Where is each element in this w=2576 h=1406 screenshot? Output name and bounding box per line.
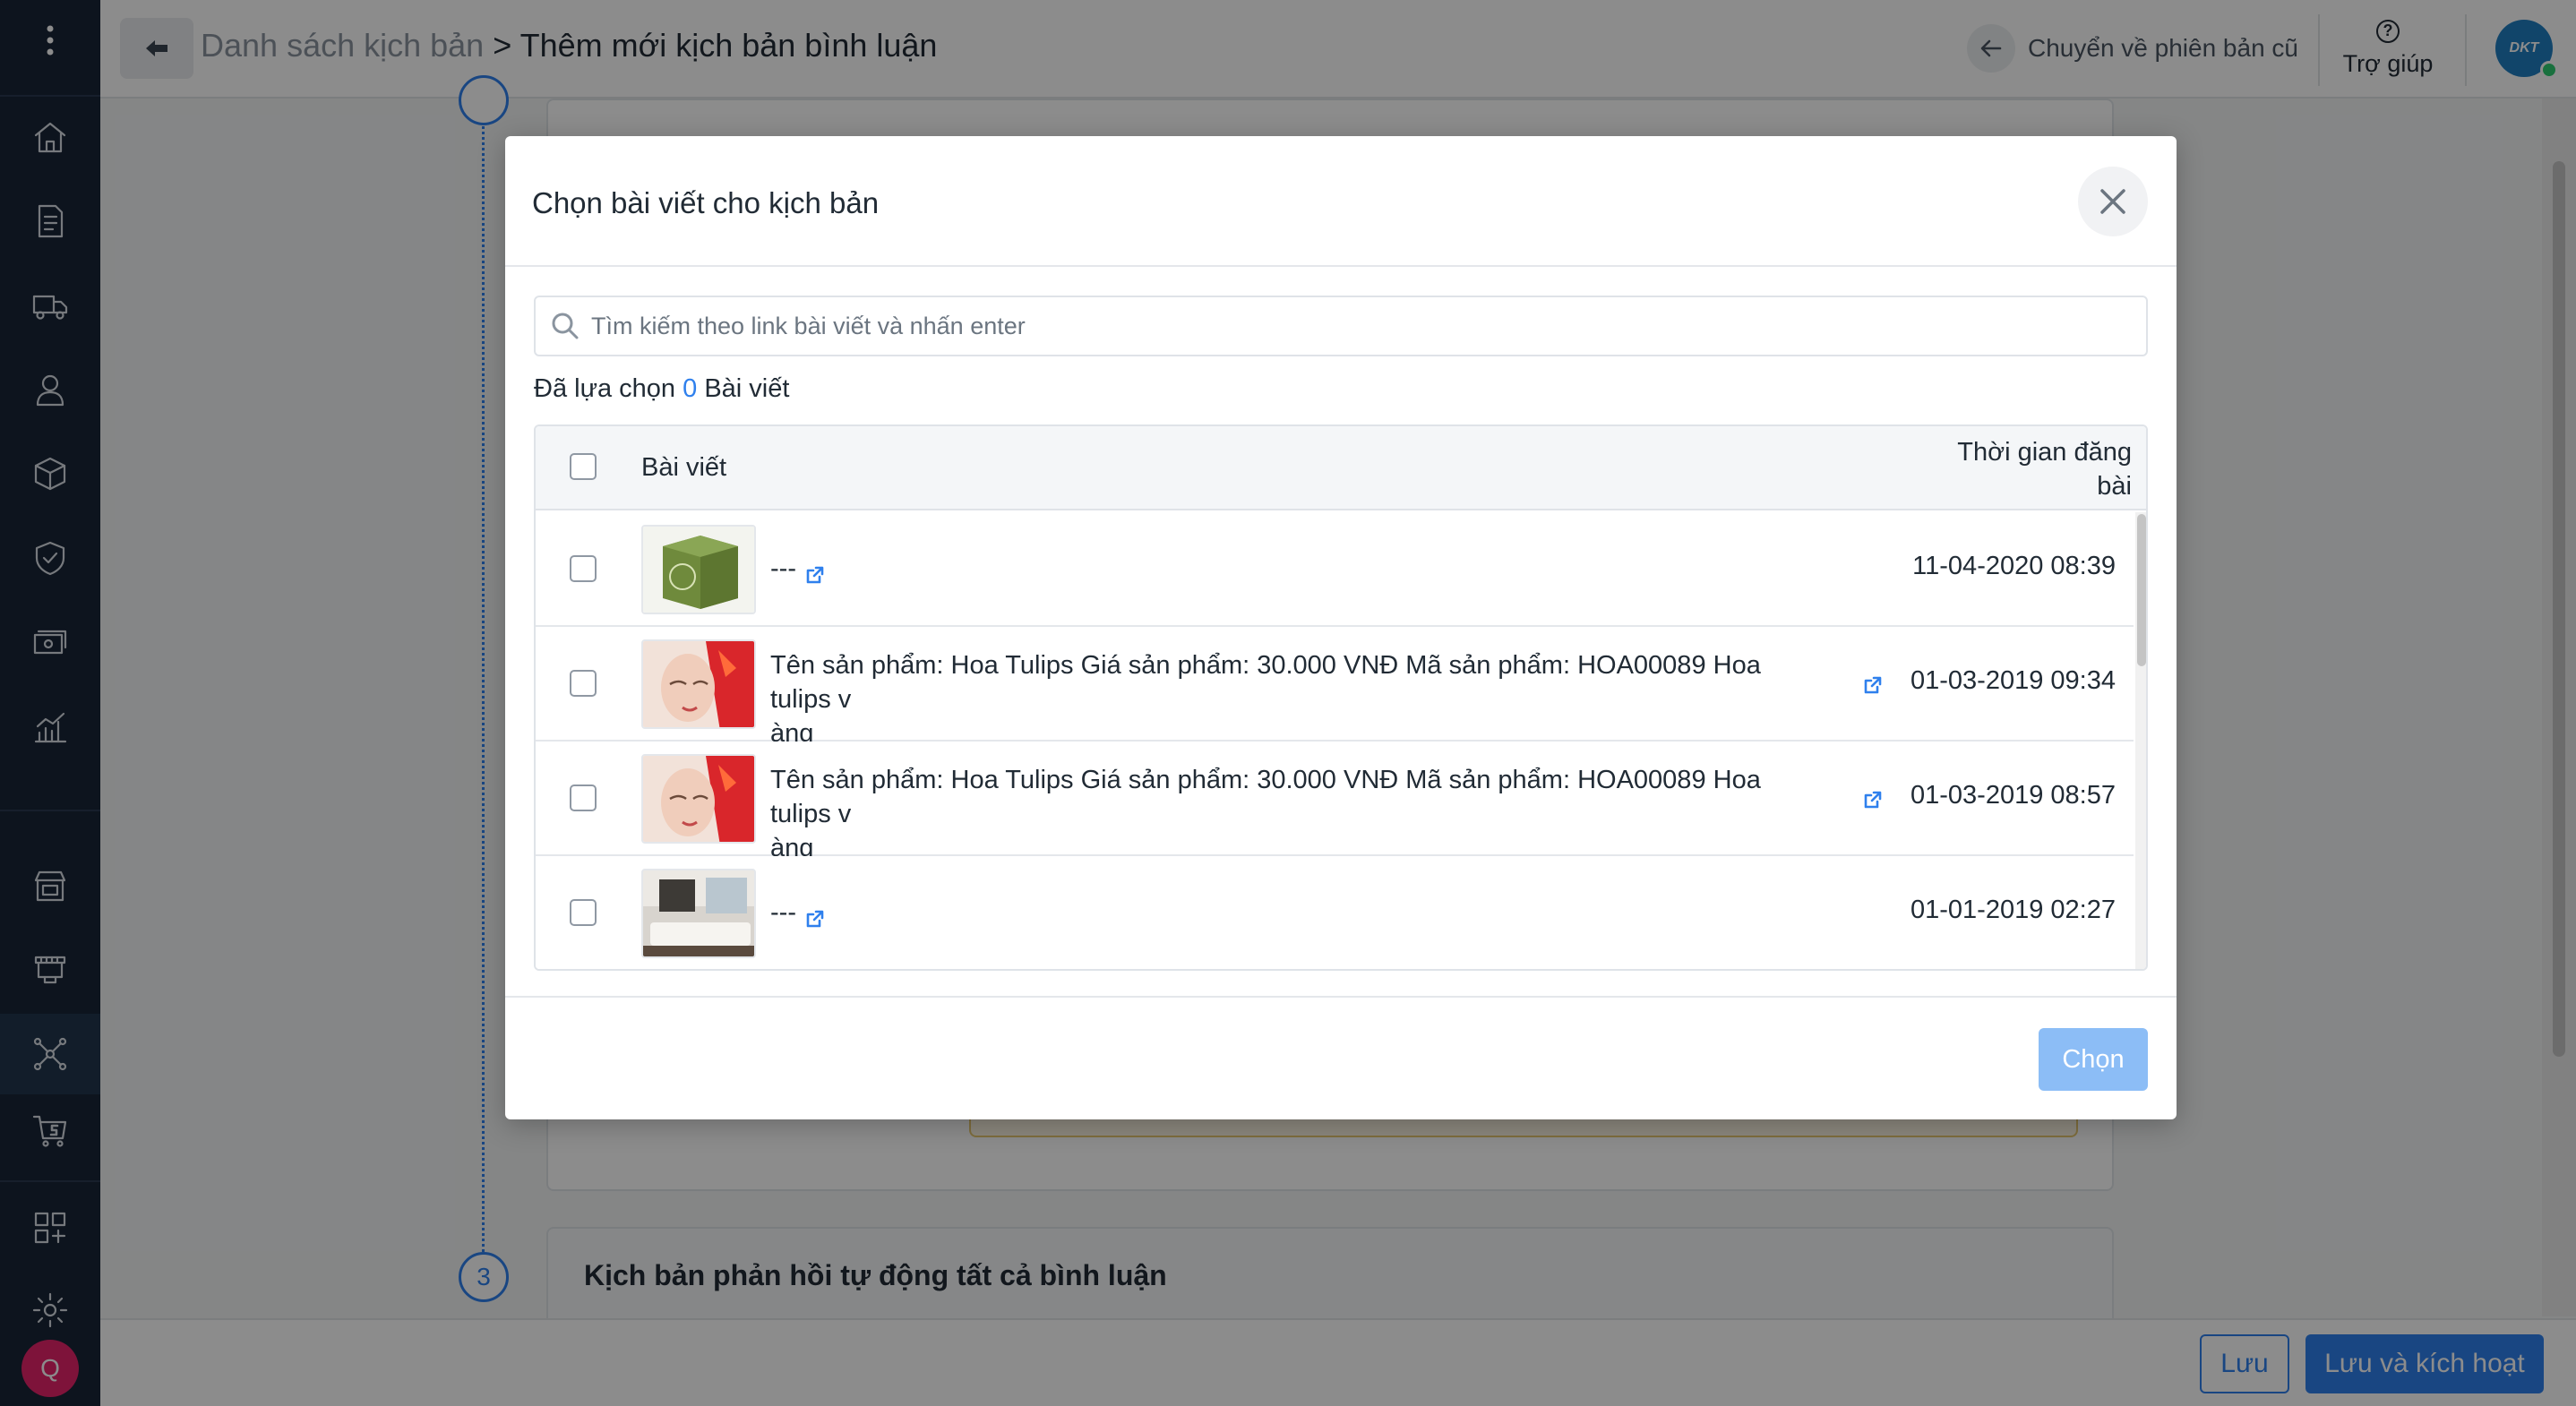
selected-count: 0 [683, 374, 698, 403]
external-link-icon[interactable] [805, 560, 825, 584]
column-header-time: Thời gian đăng bài [1957, 438, 2132, 501]
column-header-post: Bài viết [641, 453, 727, 482]
post-title: Tên sản phẩm: Hoa Tulips Giá sản phẩm: 3… [770, 648, 1827, 750]
selected-prefix: Đã lựa chọn [534, 374, 683, 403]
post-date: 01-03-2019 08:57 [1911, 781, 2116, 810]
post-thumbnail [641, 754, 756, 844]
search-field[interactable] [534, 296, 2148, 356]
external-link-icon[interactable] [1863, 790, 1883, 810]
post-date: 11-04-2020 08:39 [1912, 552, 2116, 580]
row-checkbox[interactable] [570, 670, 597, 697]
close-button[interactable] [2078, 167, 2148, 236]
post-title-text: --- [770, 898, 796, 927]
table-scrollbar-thumb[interactable] [2137, 514, 2146, 666]
post-title: --- [770, 552, 825, 586]
modal-title: Chọn bài viết cho kịch bản [532, 186, 880, 219]
post-title-text: --- [770, 554, 796, 583]
external-link-icon[interactable] [805, 904, 825, 928]
table-row[interactable]: Tên sản phẩm: Hoa Tulips Giá sản phẩm: 3… [536, 627, 2134, 748]
table-header: Bài viết Thời gian đăng bài [536, 426, 2146, 510]
select-all-checkbox[interactable] [570, 453, 597, 480]
row-checkbox[interactable] [570, 555, 597, 582]
row-checkbox[interactable] [570, 784, 597, 811]
post-thumbnail [641, 525, 756, 614]
table-row[interactable]: Tên sản phẩm: Hoa Tulips Giá sản phẩm: 3… [536, 742, 2134, 862]
post-thumbnail [641, 869, 756, 958]
posts-table: Bài viết Thời gian đăng bài --- 11-04-20… [534, 424, 2148, 971]
external-link-icon[interactable] [1863, 675, 1883, 695]
post-title-line-1: Tên sản phẩm: Hoa Tulips Giá sản phẩm: 3… [770, 766, 1761, 828]
selected-suffix: Bài viết [697, 374, 790, 403]
post-title: Tên sản phẩm: Hoa Tulips Giá sản phẩm: 3… [770, 763, 1827, 865]
post-date: 01-01-2019 02:27 [1911, 896, 2116, 924]
close-icon [2100, 189, 2125, 214]
post-title-line-1: Tên sản phẩm: Hoa Tulips Giá sản phẩm: 3… [770, 651, 1761, 714]
table-row[interactable]: --- 01-01-2019 02:27 [536, 856, 2134, 969]
modal-divider [505, 996, 2177, 998]
selected-count-text: Đã lựa chọn 0 Bài viết [534, 374, 789, 404]
select-post-modal: Chọn bài viết cho kịch bản Đã lựa chọn 0… [505, 136, 2177, 1119]
table-row[interactable]: --- 11-04-2020 08:39 [536, 512, 2134, 627]
search-icon [552, 313, 579, 339]
search-input[interactable] [591, 312, 2114, 340]
choose-button[interactable]: Chọn [2039, 1028, 2148, 1091]
post-thumbnail [641, 639, 756, 729]
post-title: --- [770, 896, 825, 930]
post-date: 01-03-2019 09:34 [1911, 666, 2116, 695]
row-checkbox[interactable] [570, 899, 597, 926]
modal-divider [505, 265, 2177, 267]
